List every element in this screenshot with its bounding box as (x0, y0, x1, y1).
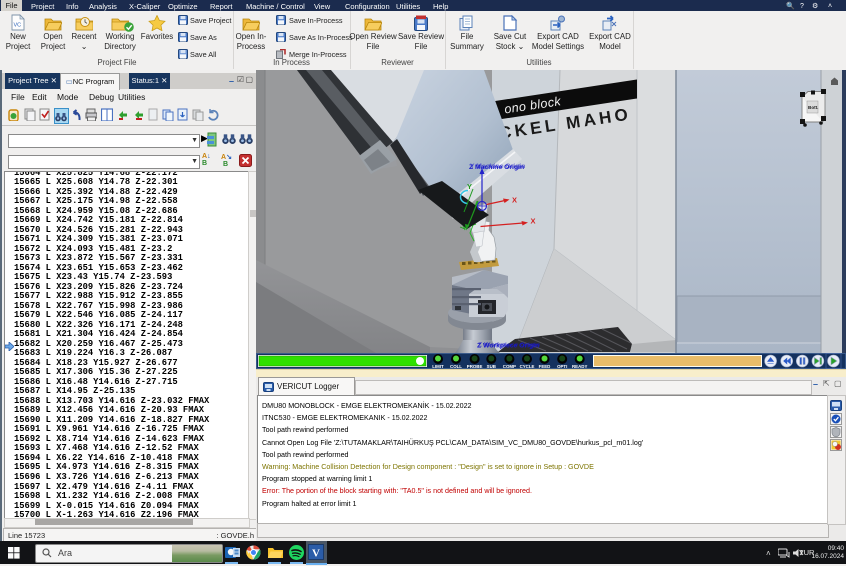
svg-text:X: X (531, 217, 536, 226)
svg-text:Y: Y (467, 182, 472, 191)
svg-text:Bott.: Bott. (808, 105, 818, 110)
svg-text:Z Workpiece Origin: Z Workpiece Origin (478, 342, 540, 349)
svg-text:X: X (512, 196, 517, 205)
svg-text:V: V (312, 548, 320, 560)
svg-text:Y Machine Origin: Y Machine Origin (470, 163, 525, 170)
